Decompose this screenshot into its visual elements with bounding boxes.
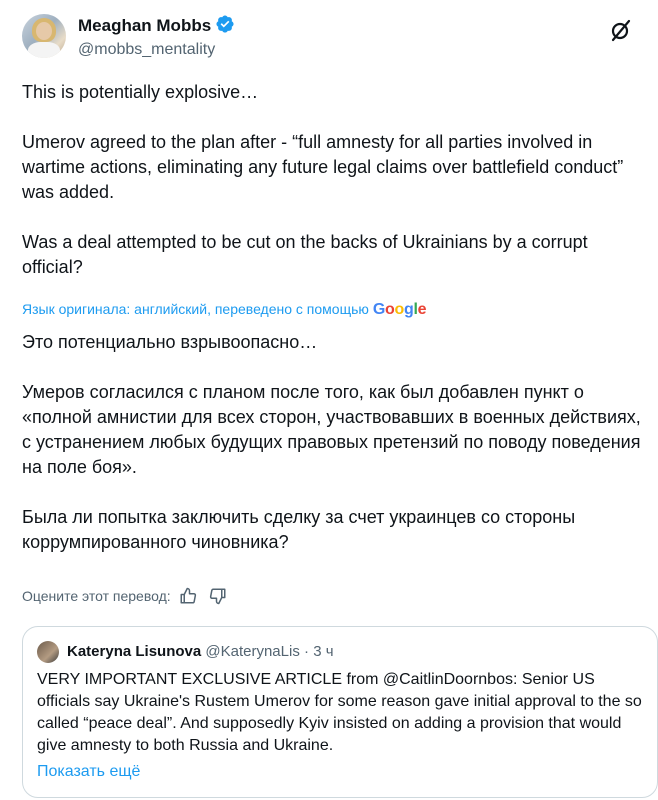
- quote-time[interactable]: 3 ч: [313, 643, 333, 660]
- tweet-original-text: This is potentially explosive… Umerov ag…: [22, 80, 642, 280]
- tweet-paragraph: Umerov agreed to the plan after - “full …: [22, 132, 624, 202]
- avatar-body: [28, 42, 60, 58]
- quote-author-avatar[interactable]: [37, 641, 59, 663]
- show-more-link[interactable]: Показать ещё: [37, 761, 140, 783]
- author-avatar[interactable]: [22, 14, 66, 58]
- avatar-face: [36, 22, 52, 40]
- author-name-row[interactable]: Meaghan Mobbs: [78, 14, 235, 37]
- translation-note[interactable]: Язык оригинала: английский, переведено с…: [22, 299, 427, 320]
- rate-translation-label: Оцените этот перевод:: [22, 588, 171, 604]
- author-name[interactable]: Meaghan Mobbs: [78, 16, 211, 35]
- quote-header: Kateryna Lisunova @KaterynaLis · 3 ч: [67, 641, 334, 663]
- tweet-paragraph: Was a deal attempted to be cut on the ba…: [22, 232, 588, 277]
- quote-author-name[interactable]: Kateryna Lisunova: [67, 643, 201, 660]
- verified-badge-icon: [216, 15, 234, 33]
- translated-paragraph: Умеров согласился с планом после того, к…: [22, 382, 641, 477]
- translated-paragraph: Была ли попытка заключить сделку за счет…: [22, 507, 576, 552]
- thumbs-up-icon[interactable]: [179, 587, 197, 605]
- translation-note-text[interactable]: Язык оригинала: английский, переведено с…: [22, 301, 369, 317]
- quote-separator: ·: [304, 643, 310, 660]
- thumbs-down-icon[interactable]: [209, 587, 227, 605]
- tweet-paragraph: This is potentially explosive…: [22, 82, 259, 102]
- author-handle[interactable]: @mobbs_mentality: [78, 40, 215, 60]
- quote-text: VERY IMPORTANT EXCLUSIVE ARTICLE from @C…: [37, 671, 642, 754]
- quote-author-handle[interactable]: @KaterynaLis: [205, 643, 299, 660]
- grok-icon[interactable]: [607, 16, 635, 44]
- quoted-tweet[interactable]: Kateryna Lisunova @KaterynaLis · 3 ч VER…: [22, 626, 658, 798]
- rate-translation-row: Оцените этот перевод:: [22, 586, 227, 606]
- tweet-translated-text: Это потенциально взрывоопасно… Умеров со…: [22, 330, 642, 555]
- translated-paragraph: Это потенциально взрывоопасно…: [22, 332, 318, 352]
- google-logo: Google: [372, 301, 427, 318]
